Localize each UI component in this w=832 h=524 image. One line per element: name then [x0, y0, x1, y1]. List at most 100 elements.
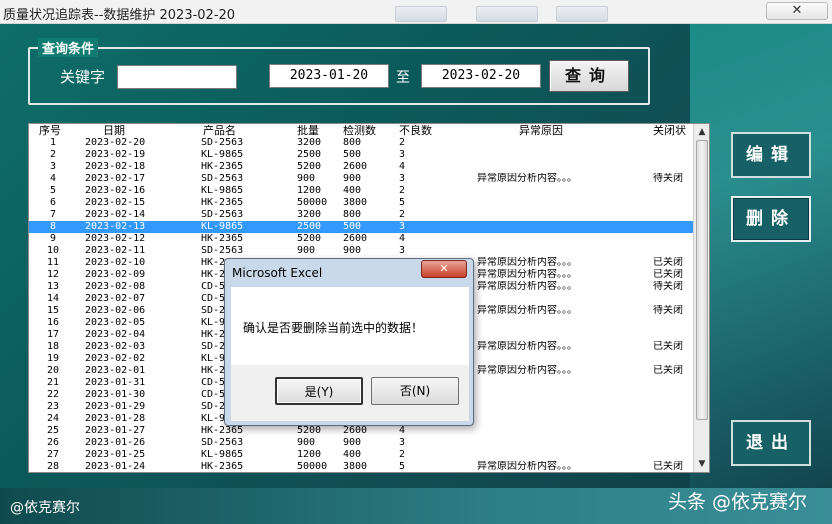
table-cell: 3200 — [297, 137, 322, 148]
table-cell: 1 — [49, 137, 57, 148]
table-cell: 异常原因分析内容。。。 — [477, 257, 577, 268]
table-cell: 2023-02-18 — [85, 161, 146, 172]
table-row[interactable]: 10 2023-02-11 SD-2563 900 900 3 — [29, 245, 693, 257]
table-cell: 900 — [343, 173, 362, 184]
table-cell: 异常原因分析内容。。。 — [477, 341, 577, 352]
table-cell: 7 — [49, 209, 57, 220]
dialog-title: Microsoft Excel — [232, 266, 323, 280]
table-cell: 2500 — [297, 149, 322, 160]
table-cell: 异常原因分析内容。。。 — [477, 305, 577, 316]
column-header[interactable]: 不良数 — [399, 125, 439, 137]
table-row[interactable]: 2 2023-02-19 KL-9865 2500 500 3 — [29, 149, 693, 161]
table-cell: 2023-02-08 — [85, 281, 146, 292]
window-close-button[interactable]: ✕ — [766, 2, 828, 20]
table-cell: SD-2563 — [201, 137, 244, 148]
delete-button[interactable]: 删除 — [731, 196, 811, 242]
table-cell: 16 — [46, 317, 60, 328]
table-cell: 2600 — [343, 233, 368, 244]
table-cell: 2600 — [343, 425, 368, 436]
vertical-scrollbar[interactable]: ▲ ▼ — [693, 124, 709, 472]
table-cell: 5 — [399, 197, 406, 208]
brand-text: 头条 @依克赛尔 — [668, 491, 808, 513]
table-cell: 2023-02-09 — [85, 269, 146, 280]
scroll-thumb[interactable] — [696, 140, 708, 420]
table-cell: 2 — [399, 209, 406, 220]
table-cell: 异常原因分析内容。。。 — [477, 173, 577, 184]
dialog-close-button[interactable]: ✕ — [421, 260, 467, 278]
table-cell: 22 — [46, 389, 60, 400]
column-header[interactable]: 产品名 — [203, 125, 283, 137]
table-cell: 900 — [297, 173, 316, 184]
table-cell: 2023-02-20 — [85, 137, 146, 148]
edit-button[interactable]: 编辑 — [731, 132, 811, 178]
scroll-up-arrow-icon[interactable]: ▲ — [695, 125, 709, 139]
table-cell: 待关闭 — [653, 173, 683, 184]
table-cell: 400 — [343, 185, 362, 196]
table-cell: 3 — [399, 221, 406, 232]
title-bar: 质量状况追踪表--数据维护 2023-02-20 ✕ — [0, 0, 832, 24]
no-button[interactable]: 否(N) — [371, 377, 459, 405]
table-cell: SD-2563 — [201, 209, 244, 220]
table-row[interactable]: 6 2023-02-15 HK-2365 50000 3800 5 — [29, 197, 693, 209]
table-row[interactable]: 8 2023-02-13 KL-9865 2500 500 3 — [29, 221, 693, 233]
table-cell: 400 — [343, 449, 362, 460]
table-cell: 已关闭 — [653, 341, 683, 352]
search-button[interactable]: 查询 — [549, 60, 629, 92]
dialog-body: 确认是否要删除当前选中的数据！ — [231, 287, 469, 365]
date-to-input[interactable]: 2023-02-20 — [421, 64, 541, 88]
query-group-label: 查询条件 — [38, 38, 99, 57]
table-cell: 2023-01-31 — [85, 377, 146, 388]
table-cell: 异常原因分析内容。。。 — [477, 365, 577, 376]
table-cell: KL-9865 — [201, 149, 244, 160]
table-cell: 3 — [399, 149, 406, 160]
table-cell: 已关闭 — [653, 365, 683, 376]
table-row[interactable]: 9 2023-02-12 HK-2365 5200 2600 4 — [29, 233, 693, 245]
table-cell: 2023-02-03 — [85, 341, 146, 352]
table-cell: 待关闭 — [653, 281, 683, 292]
table-row[interactable]: 26 2023-01-26 SD-2563 900 900 3 — [29, 437, 693, 449]
table-cell: 2 — [399, 185, 406, 196]
column-header[interactable]: 关闭状 — [653, 125, 693, 137]
table-cell: 2023-02-14 — [85, 209, 146, 220]
table-cell: 26 — [46, 437, 60, 448]
table-cell: 2023-02-17 — [85, 173, 146, 184]
table-row[interactable]: 28 2023-01-24 HK-2365 50000 3800 5 异常原因分析内容。。。… — [29, 461, 693, 472]
table-cell: 2023-01-30 — [85, 389, 146, 400]
table-cell: 2023-01-29 — [85, 401, 146, 412]
exit-button[interactable]: 退出 — [731, 420, 811, 466]
table-row[interactable]: 5 2023-02-16 KL-9865 1200 400 2 — [29, 185, 693, 197]
table-cell: 27 — [46, 449, 60, 460]
table-row[interactable]: 25 2023-01-27 HK-2365 5200 2600 4 — [29, 425, 693, 437]
column-header[interactable]: 日期 — [103, 125, 209, 137]
to-label: 至 — [396, 70, 410, 86]
table-cell: HK-2365 — [201, 161, 244, 172]
table-row[interactable]: 1 2023-02-20 SD-2563 3200 800 2 — [29, 137, 693, 149]
column-header[interactable]: 序号 — [39, 125, 67, 137]
table-cell: 2023-02-02 — [85, 353, 146, 364]
table-cell: 900 — [343, 437, 362, 448]
table-cell: 2023-01-24 — [85, 461, 146, 472]
keyword-input[interactable] — [117, 65, 237, 89]
table-cell: HK-2365 — [201, 425, 244, 436]
table-cell: 1200 — [297, 449, 322, 460]
yes-button[interactable]: 是(Y) — [275, 377, 363, 405]
table-cell: 14 — [46, 293, 60, 304]
date-from-input[interactable]: 2023-01-20 — [269, 64, 389, 88]
scroll-down-arrow-icon[interactable]: ▼ — [695, 457, 709, 471]
table-row[interactable]: 4 2023-02-17 SD-2563 900 900 3 异常原因分析内容。。。 待关闭 — [29, 173, 693, 185]
table-cell: 20 — [46, 365, 60, 376]
table-cell: 已关闭 — [653, 461, 683, 472]
table-cell: 已关闭 — [653, 269, 683, 280]
table-cell: HK-2365 — [201, 197, 244, 208]
table-row[interactable]: 7 2023-02-14 SD-2563 3200 800 2 — [29, 209, 693, 221]
table-row[interactable]: 27 2023-01-25 KL-9865 1200 400 2 — [29, 449, 693, 461]
column-header[interactable]: 检测数 — [343, 125, 393, 137]
table-cell: 3200 — [297, 209, 322, 220]
column-header[interactable]: 批量 — [297, 125, 337, 137]
table-cell: 800 — [343, 137, 362, 148]
table-cell: KL-9865 — [201, 185, 244, 196]
table-row[interactable]: 3 2023-02-18 HK-2365 5200 2600 4 — [29, 161, 693, 173]
ghost-button — [395, 6, 447, 22]
table-cell: 50000 — [297, 197, 328, 208]
table-cell: SD-2563 — [201, 437, 244, 448]
